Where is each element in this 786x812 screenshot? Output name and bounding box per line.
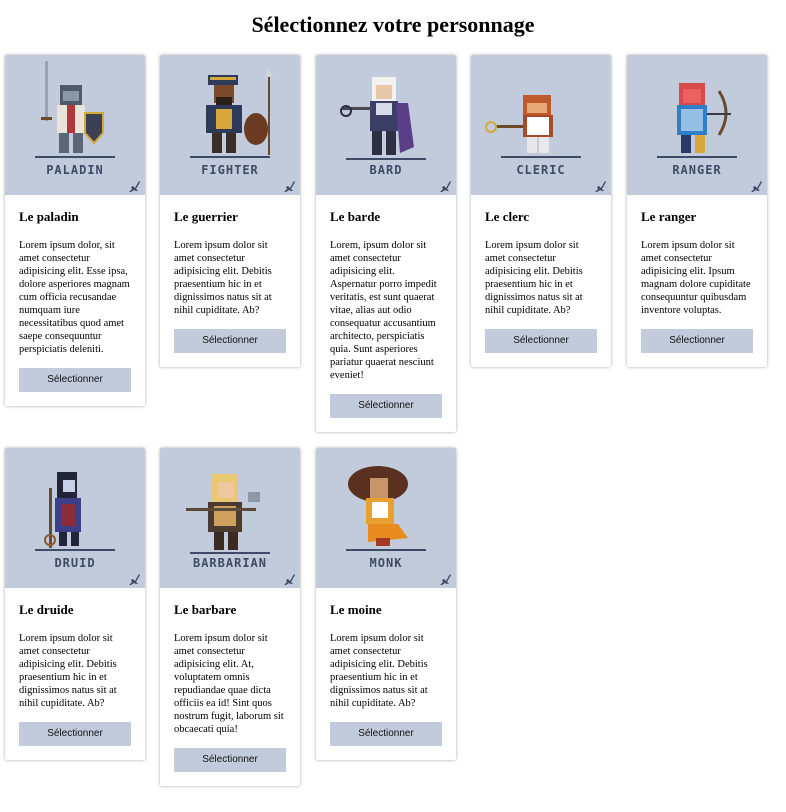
select-button[interactable]: Sélectionner (174, 748, 286, 772)
card-art: PALADIN (5, 55, 145, 195)
card-monk: MONK Le moine Lorem ipsum dolor sit amet… (316, 448, 456, 760)
card-bard: BARD Le barde Lorem, ipsum dolor sit ame… (316, 55, 456, 432)
dagger-icon (595, 181, 606, 192)
dagger-icon (440, 574, 451, 585)
card-description: Lorem ipsum dolor sit amet consectetur a… (174, 240, 272, 316)
card-art: BARD (316, 55, 456, 195)
card-description: Lorem ipsum dolor sit amet consectetur a… (19, 633, 117, 709)
dagger-icon (751, 181, 762, 192)
card-cleric: CLERIC Le clerc Lorem ipsum dolor sit am… (471, 55, 611, 367)
card-art: DRUID (5, 448, 145, 588)
card-art: MONK (316, 448, 456, 588)
select-button[interactable]: Sélectionner (330, 722, 442, 746)
class-label: PALADIN (46, 163, 104, 177)
card-description: Lorem ipsum dolor, sit amet consectetur … (19, 240, 130, 355)
card-druid: DRUID Le druide Lorem ipsum dolor sit am… (5, 448, 145, 760)
dagger-icon (129, 181, 140, 192)
card-title: Le paladin (19, 209, 79, 224)
dagger-icon (440, 181, 451, 192)
card-title: Le barde (330, 209, 381, 224)
class-label: CLERIC (516, 163, 566, 177)
card-title: Le moine (330, 602, 382, 617)
card-art: BARBARIAN (160, 448, 300, 588)
card-description: Lorem ipsum dolor sit amet consectetur a… (641, 240, 751, 316)
card-description: Lorem, ipsum dolor sit amet consectetur … (330, 240, 437, 381)
class-label: RANGER (672, 163, 722, 177)
class-label: BARD (369, 163, 403, 177)
card-art: CLERIC (471, 55, 611, 195)
dagger-icon (129, 574, 140, 585)
card-paladin: PALADIN Le paladin Lorem ipsum dolor, si… (5, 55, 145, 406)
card-title: Le barbare (174, 602, 237, 617)
card-description: Lorem ipsum dolor sit amet consectetur a… (174, 633, 284, 735)
card-title: Le clerc (485, 209, 530, 224)
class-label: DRUID (54, 556, 96, 570)
page-title: Sélectionnez votre personnage (251, 12, 535, 37)
card-barbarian: BARBARIAN Le barbare Lorem ipsum dolor s… (160, 448, 300, 786)
dagger-icon (284, 574, 295, 585)
select-button[interactable]: Sélectionner (174, 329, 286, 353)
card-description: Lorem ipsum dolor sit amet consectetur a… (330, 633, 428, 709)
select-button[interactable]: Sélectionner (641, 329, 753, 353)
select-button[interactable]: Sélectionner (330, 394, 442, 418)
dagger-icon (284, 181, 295, 192)
class-label: MONK (369, 556, 403, 570)
card-title: Le druide (19, 602, 74, 617)
select-button[interactable]: Sélectionner (19, 368, 131, 392)
select-button[interactable]: Sélectionner (19, 722, 131, 746)
class-label: FIGHTER (201, 163, 259, 177)
select-button[interactable]: Sélectionner (485, 329, 597, 353)
class-label: BARBARIAN (192, 556, 268, 570)
card-title: Le guerrier (174, 209, 238, 224)
card-fighter: FIGHTER Le guerrier Lorem ipsum dolor si… (160, 55, 300, 367)
card-description: Lorem ipsum dolor sit amet consectetur a… (485, 240, 583, 316)
card-art: RANGER (627, 55, 767, 195)
card-title: Le ranger (641, 209, 697, 224)
card-ranger: RANGER Le ranger Lorem ipsum dolor sit a… (627, 55, 767, 367)
card-art: FIGHTER (160, 55, 300, 195)
